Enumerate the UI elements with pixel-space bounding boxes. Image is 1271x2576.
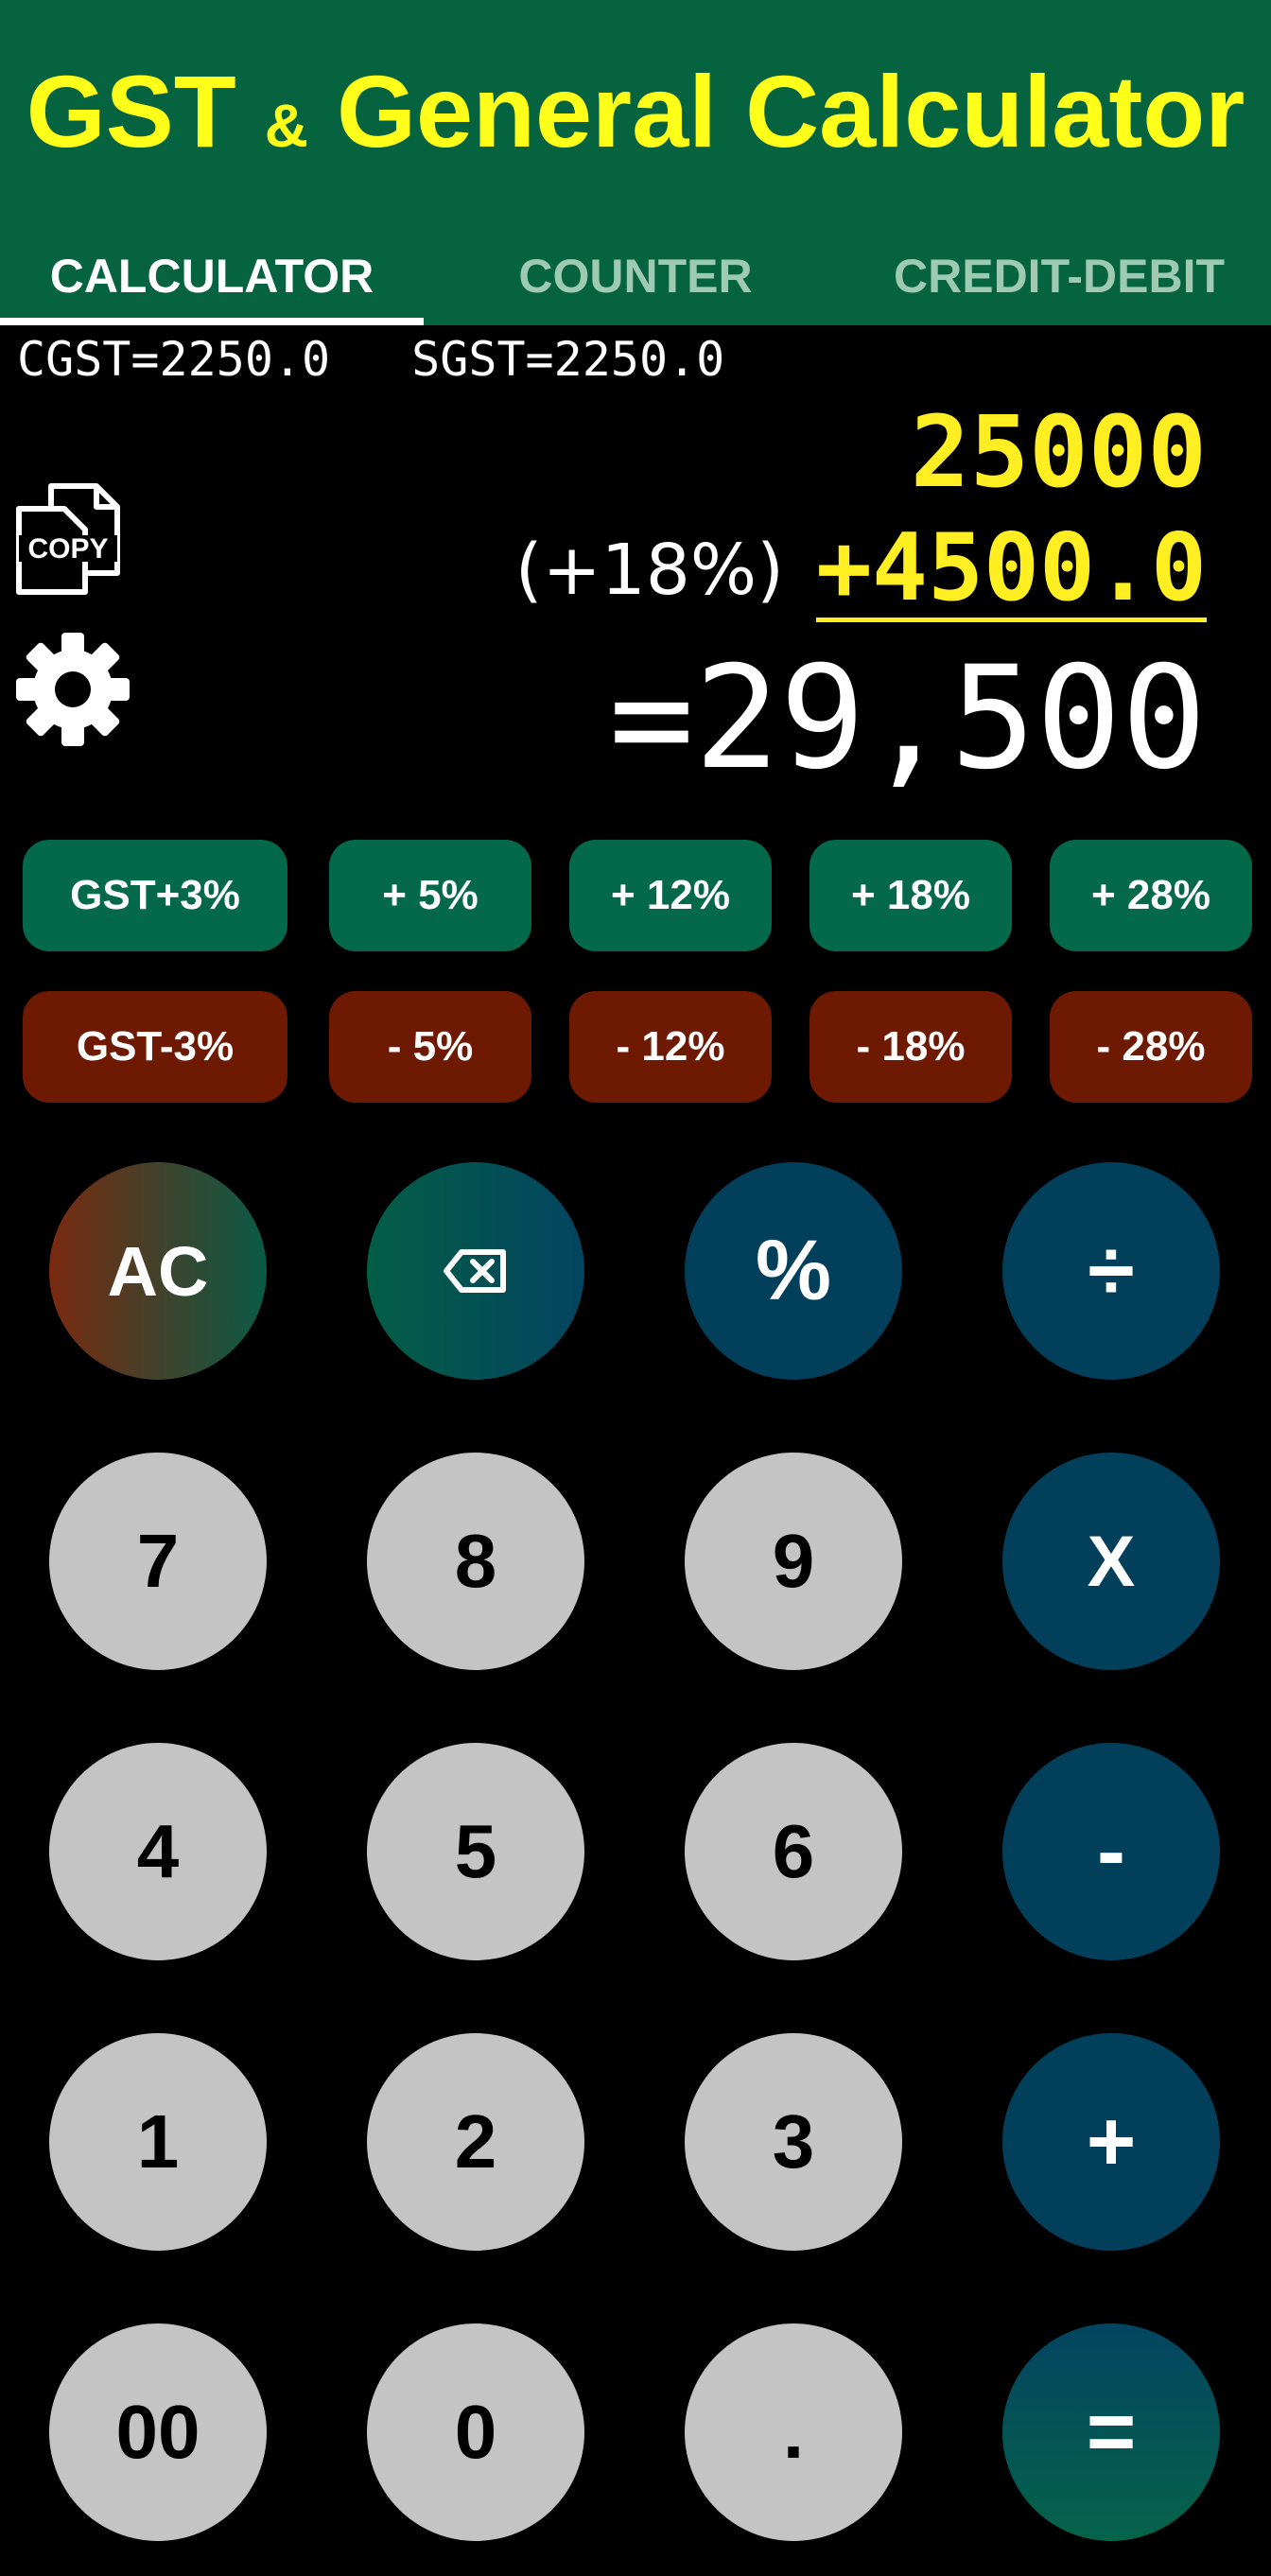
app-header: GST & General Calculator CALCULATOR COUN… (0, 0, 1271, 325)
divide-button[interactable]: ÷ (1002, 1162, 1220, 1380)
double-zero-button[interactable]: 00 (49, 2324, 267, 2541)
tab-credit-debit[interactable]: CREDIT-DEBIT (847, 236, 1271, 325)
gear-icon[interactable] (15, 632, 131, 747)
digit-8-button[interactable]: 8 (367, 1453, 584, 1670)
percent-button[interactable]: % (685, 1162, 902, 1380)
multiply-button[interactable]: X (1002, 1453, 1220, 1670)
gst-plus-12-button[interactable]: + 12% (569, 840, 772, 951)
result-value: =29,500 (608, 636, 1207, 801)
digit-2-button[interactable]: 2 (367, 2033, 584, 2251)
active-tab-indicator (0, 318, 424, 325)
tab-bar: CALCULATOR COUNTER CREDIT-DEBIT (0, 236, 1271, 325)
digit-4-button[interactable]: 4 (49, 1743, 267, 1960)
backspace-button[interactable] (367, 1162, 584, 1380)
gst-minus-12-button[interactable]: - 12% (569, 991, 772, 1103)
tab-calculator[interactable]: CALCULATOR (0, 236, 424, 325)
copy-icon[interactable]: COPY (15, 482, 121, 596)
gst-plus-5-button[interactable]: + 5% (329, 840, 531, 951)
gst-percent-row: (+18%) +4500.0 (515, 518, 1207, 622)
title-general-calculator: General Calculator (336, 54, 1245, 168)
all-clear-button[interactable]: AC (49, 1162, 267, 1380)
digit-1-button[interactable]: 1 (49, 2033, 267, 2251)
gst-minus-18-button[interactable]: - 18% (810, 991, 1012, 1103)
gst-plus-3-button[interactable]: GST+3% (23, 840, 287, 951)
tax-breakdown: CGST=2250.0 SGST=2250.0 (17, 331, 724, 388)
gst-minus-3-button[interactable]: GST-3% (23, 991, 287, 1103)
digit-3-button[interactable]: 3 (685, 2033, 902, 2251)
digit-9-button[interactable]: 9 (685, 1453, 902, 1670)
digit-5-button[interactable]: 5 (367, 1743, 584, 1960)
copy-icon-label: COPY (27, 533, 108, 565)
digit-0-button[interactable]: 0 (367, 2324, 584, 2541)
add-button[interactable]: + (1002, 2033, 1220, 2251)
gst-amount: +4500.0 (815, 513, 1207, 622)
gst-minus-5-button[interactable]: - 5% (329, 991, 531, 1103)
sgst-value: SGST=2250.0 (411, 332, 725, 387)
cgst-value: CGST=2250.0 (17, 332, 331, 387)
title-ampersand: & (264, 92, 308, 160)
digit-6-button[interactable]: 6 (685, 1743, 902, 1960)
gst-percent-label: (+18%) (514, 530, 784, 611)
app-title: GST & General Calculator (0, 45, 1271, 192)
gst-calculator-app: GST & General Calculator CALCULATOR COUN… (0, 0, 1271, 2576)
gst-minus-28-button[interactable]: - 28% (1050, 991, 1252, 1103)
tab-counter[interactable]: COUNTER (424, 236, 847, 325)
input-value: 25000 (910, 394, 1207, 510)
equals-button[interactable]: = (1002, 2324, 1220, 2541)
title-gst: GST (26, 54, 236, 168)
gst-plus-18-button[interactable]: + 18% (810, 840, 1012, 951)
gst-plus-28-button[interactable]: + 28% (1050, 840, 1252, 951)
subtract-button[interactable]: - (1002, 1743, 1220, 1960)
digit-7-button[interactable]: 7 (49, 1453, 267, 1670)
decimal-point-button[interactable]: . (685, 2324, 902, 2541)
backspace-icon (444, 1249, 506, 1293)
